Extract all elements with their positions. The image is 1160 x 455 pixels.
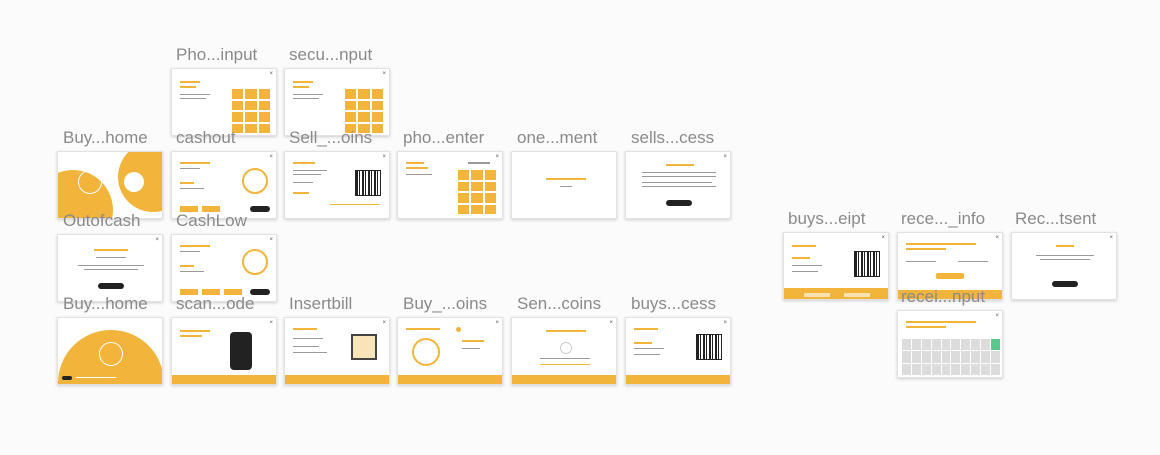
keypad-icon [345, 89, 383, 133]
close-icon: × [382, 154, 386, 160]
artboard-buys-success[interactable]: × [625, 317, 731, 385]
close-icon: × [995, 235, 999, 241]
artboard-buy-home-1[interactable] [57, 151, 163, 219]
artboard-sell-coins[interactable]: × [284, 151, 390, 219]
close-icon: × [495, 154, 499, 160]
artboard-label: Outofcash [63, 211, 141, 230]
artboard-security-input[interactable]: × [284, 68, 390, 136]
close-icon: × [881, 235, 885, 241]
artboard-label: Rec...tsent [1015, 209, 1097, 228]
qr-code-icon [696, 334, 722, 360]
artboard-cashlow[interactable]: × [171, 234, 277, 302]
qr-code-icon [355, 170, 381, 196]
artboard-sells-success[interactable]: × [625, 151, 731, 219]
artboard-label: secu...nput [289, 45, 373, 64]
bill-icon [351, 334, 377, 360]
close-icon: × [995, 313, 999, 319]
artboard-label: rece..._info [901, 209, 986, 228]
close-icon: × [269, 237, 273, 243]
artboard-label: Buy...home [63, 294, 148, 313]
artboard-label: Buy...home [63, 128, 148, 147]
close-icon: × [495, 320, 499, 326]
artboard-label: Insertbill [289, 294, 353, 313]
close-icon: × [723, 320, 727, 326]
artboard-label: Sen...coins [517, 294, 602, 313]
close-icon: × [382, 71, 386, 77]
artboard-buy-home-2[interactable] [57, 317, 163, 385]
artboard-phone-input[interactable]: × [171, 68, 277, 136]
artboard-receipt-input[interactable]: × [897, 310, 1003, 378]
artboard-label: buys...eipt [788, 209, 866, 228]
artboard-label: cashout [176, 128, 236, 147]
artboard-label: Buy_...oins [403, 294, 488, 313]
close-icon: × [382, 320, 386, 326]
close-icon: × [269, 71, 273, 77]
artboard-label: CashLow [176, 211, 247, 230]
artboard-insertbill[interactable]: × [284, 317, 390, 385]
artboard-receipt-sent[interactable]: × [1011, 232, 1117, 300]
phone-icon [230, 332, 252, 370]
close-icon: × [1109, 235, 1113, 241]
artboard-buy-coins[interactable]: × [397, 317, 503, 385]
artboard-one-moment[interactable] [511, 151, 617, 219]
artboard-outofcash[interactable]: × [57, 234, 163, 302]
artboard-phone-enter[interactable]: × [397, 151, 503, 219]
artboard-label: Sell_...oins [289, 128, 373, 147]
artboard-label: Pho...input [176, 45, 258, 64]
keypad-icon [232, 89, 270, 133]
artboard-label: one...ment [517, 128, 598, 147]
artboard-label: sells...cess [631, 128, 715, 147]
close-icon: × [723, 154, 727, 160]
artboard-cashout[interactable]: × [171, 151, 277, 219]
close-icon: × [609, 320, 613, 326]
artboard-scan-code[interactable]: × [171, 317, 277, 385]
artboard-send-coins[interactable]: × [511, 317, 617, 385]
artboard-label: buys...cess [631, 294, 717, 313]
artboard-buys-receipt[interactable]: × [783, 232, 889, 300]
close-icon: × [269, 320, 273, 326]
close-icon: × [155, 237, 159, 243]
artboard-label: pho...enter [403, 128, 485, 147]
artboard-label: recei...nput [901, 287, 986, 306]
qr-code-icon [854, 251, 880, 277]
keyboard [902, 339, 1000, 375]
close-icon: × [269, 154, 273, 160]
keypad-icon [458, 170, 496, 214]
artboard-label: scan...ode [176, 294, 255, 313]
